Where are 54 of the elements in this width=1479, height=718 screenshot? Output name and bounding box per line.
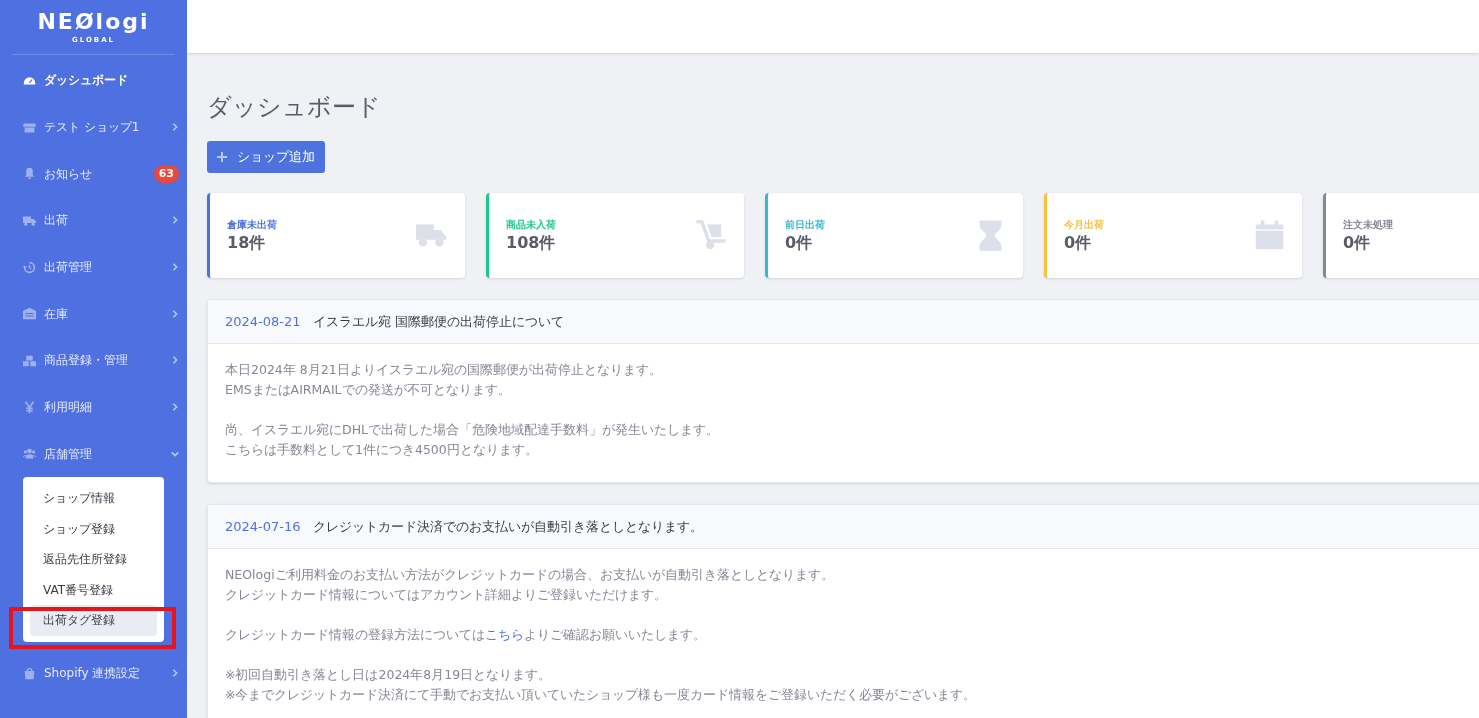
yen-icon xyxy=(23,400,36,414)
sidebar-item[interactable]: 出荷 xyxy=(0,197,187,244)
stat-value: 0件 xyxy=(1343,232,1372,254)
notice-text: よりご確認お願いいたします。 xyxy=(524,627,706,642)
stat-label: 商品未入荷 xyxy=(506,218,557,232)
stat-value: 0件 xyxy=(1064,232,1093,254)
notice-text: NEOlogiご利用料金のお支払い方法がクレジットカードの場合、お支払いが自動引き落としとなります。 xyxy=(225,566,835,584)
notice-text: 尚、イスラエル宛にDHLで出荷した場合「危険地域配達手数料」が発生いたします。 xyxy=(225,421,720,439)
sidebar-item[interactable]: ダッシュボード xyxy=(0,57,187,104)
warehouse-icon xyxy=(23,307,36,321)
sidebar-item[interactable]: 出荷管理 xyxy=(0,243,187,291)
hand-truck-icon xyxy=(695,219,728,252)
store-icon xyxy=(23,120,36,134)
sidebar-item[interactable]: テスト ショップ1 xyxy=(0,103,187,151)
users-icon xyxy=(23,447,36,461)
submenu-item[interactable]: ショップ登録 xyxy=(30,513,157,545)
boxes-icon xyxy=(23,353,36,367)
stat-label: 前日出荷 xyxy=(785,218,826,232)
stat-label: 今月出荷 xyxy=(1064,218,1105,232)
sidebar-item[interactable]: 在庫 xyxy=(0,290,187,338)
sidebar-item[interactable]: 商品登録・管理 xyxy=(0,337,187,384)
notice-text: ※今までクレジットカード決済にて手動でお支払い頂いていたショップ様も一度カード情報をご登録いただく必要がございます。 xyxy=(225,686,978,704)
notice-text: こちらは手数料として1件につき4500円となります。 xyxy=(225,441,539,459)
notification-badge: 63 xyxy=(153,164,179,183)
notice-text: クレジットカード情報についてはアカウント詳細よりご登録いただけます。 xyxy=(225,586,668,604)
page-title: ダッシュボード xyxy=(207,92,382,123)
notice-text: クレジットカード情報の登録方法については xyxy=(225,627,485,642)
submenu-item[interactable]: ショップ情報 xyxy=(30,483,157,514)
sidebar-item[interactable]: お知らせ 63 xyxy=(0,150,187,198)
notice-date: 2024-07-16 xyxy=(225,517,301,536)
submenu-item[interactable]: VAT番号登録 xyxy=(30,574,157,606)
sidebar-item[interactable]: 利用明細 xyxy=(0,383,187,431)
notice-text: ※初回自動引き落とし日は2024年8月19日となります。 xyxy=(225,666,553,684)
stat-label: 倉庫未出荷 xyxy=(227,218,278,232)
plus-icon xyxy=(217,152,227,162)
truck-icon xyxy=(23,213,36,227)
notice-title: クレジットカード決済でのお支払いが自動引き落としとなります。 xyxy=(312,517,703,536)
submenu-item[interactable]: 返品先住所登録 xyxy=(30,544,157,575)
history-icon xyxy=(23,260,36,274)
link[interactable]: こちら xyxy=(485,627,524,642)
notice-text: 本日2024年 8月21日よりイスラエル宛の国際郵便が出荷停止となります。 xyxy=(225,361,663,379)
sidebar-item[interactable]: Shopify 連携設定 xyxy=(0,649,187,697)
stat-value: 18件 xyxy=(227,232,267,254)
calendar-icon xyxy=(1253,219,1286,252)
sidebar-item[interactable]: 店舗管理 xyxy=(0,430,187,478)
notice-text: EMSまたはAIRMAILでの発送が不可となります。 xyxy=(225,381,512,399)
stat-value: 0件 xyxy=(785,232,814,254)
notice-title: イスラエル宛 国際郵便の出荷停止について xyxy=(312,312,564,331)
notice-date: 2024-08-21 xyxy=(225,312,301,331)
stat-label: 注文未処理 xyxy=(1343,218,1394,232)
add-shop-button[interactable]: ショップ追加 xyxy=(207,141,325,173)
stat-value: 108件 xyxy=(506,232,557,254)
bell-icon xyxy=(23,167,36,181)
shopping-bag-icon xyxy=(23,666,36,680)
